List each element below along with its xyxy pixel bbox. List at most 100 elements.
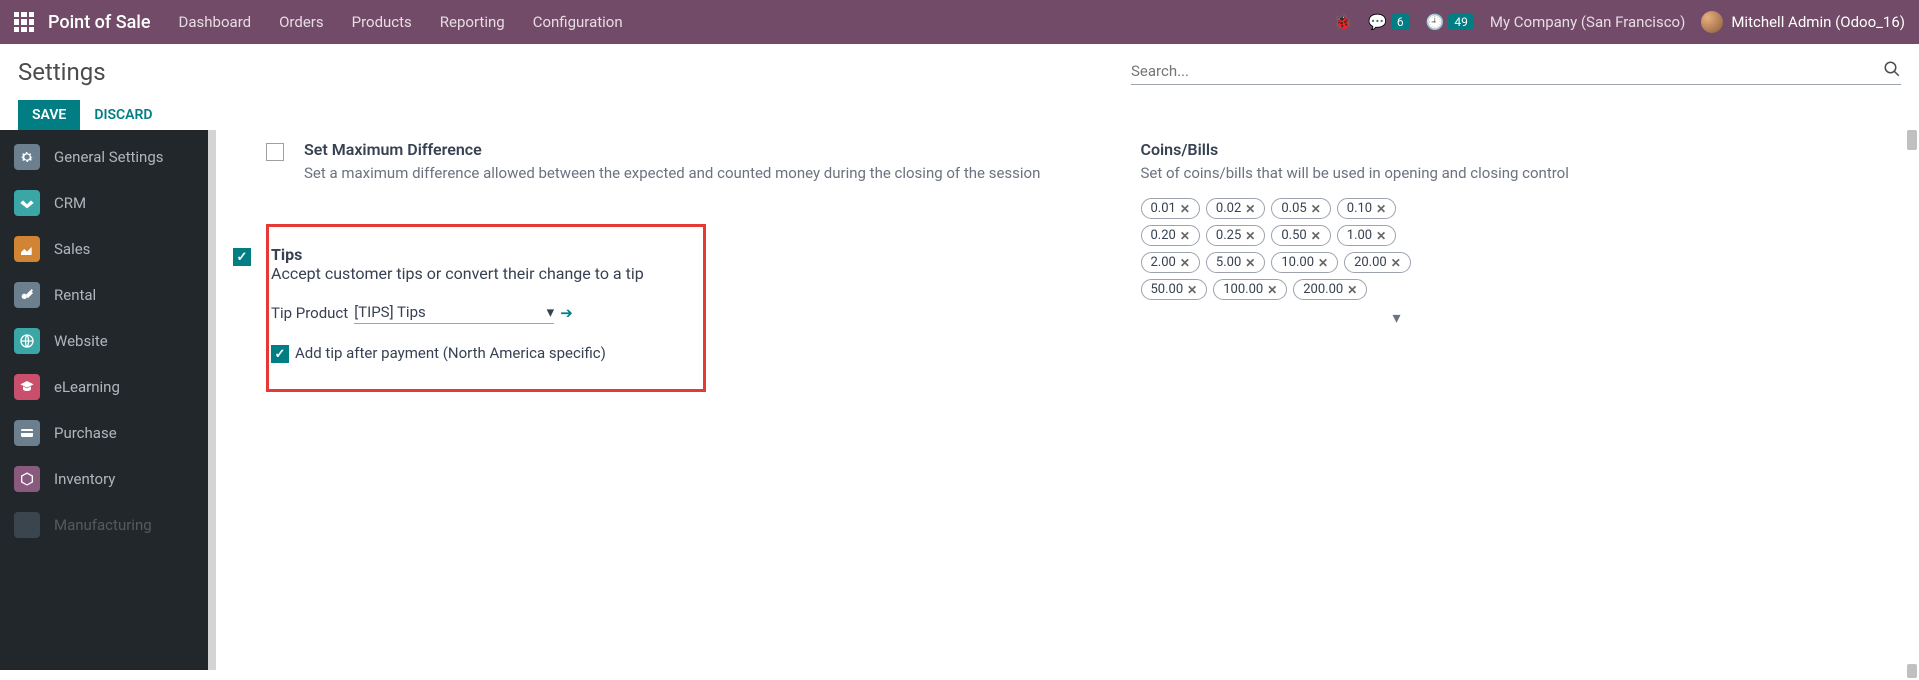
sidebar-item-label: General Settings (54, 148, 164, 166)
remove-icon[interactable]: ✕ (1245, 256, 1255, 270)
avatar (1701, 11, 1723, 33)
coin-value: 1.00 (1347, 228, 1372, 243)
remove-icon[interactable]: ✕ (1267, 283, 1277, 297)
remove-icon[interactable]: ✕ (1347, 283, 1357, 297)
discard-button[interactable]: DISCARD (94, 100, 152, 130)
coin-tag[interactable]: 0.10 ✕ (1337, 198, 1396, 219)
coin-value: 200.00 (1303, 282, 1343, 297)
apps-icon[interactable] (14, 12, 34, 32)
sidebar-item-elearning[interactable]: eLearning (0, 364, 216, 410)
coin-tag[interactable]: 0.25 ✕ (1206, 225, 1265, 246)
header: Settings SAVE DISCARD (0, 44, 1919, 130)
coins-tags: 0.01✕ 0.02 ✕ 0.05 ✕ 0.10 ✕ 0.20 ✕ 0.25 ✕ 0.50… (1141, 198, 1421, 300)
activities-badge: 49 (1448, 14, 1474, 30)
chat-icon: 💬 (1368, 13, 1387, 31)
activities-button[interactable]: 🕘 49 (1426, 13, 1474, 31)
setting-coins-bills: Coins/Bills Set of coins/bills that will… (1103, 136, 1910, 347)
setting-description: Set of coins/bills that will be used in … (1141, 163, 1569, 184)
coin-tag[interactable]: 100.00 ✕ (1213, 279, 1287, 300)
remove-icon[interactable]: ✕ (1376, 229, 1386, 243)
tip-product-value: [TIPS] Tips (354, 303, 426, 321)
sidebar-item-rental[interactable]: Rental (0, 272, 216, 318)
coin-tag[interactable]: 2.00✕ (1141, 252, 1200, 273)
coin-tag[interactable]: 5.00✕ (1206, 252, 1265, 273)
menu-orders[interactable]: Orders (279, 13, 324, 31)
settings-content: Set Maximum Difference Set a maximum dif… (216, 130, 1919, 670)
save-button[interactable]: SAVE (18, 100, 80, 130)
coin-value: 100.00 (1223, 282, 1263, 297)
sidebar-item-inventory[interactable]: Inventory (0, 456, 216, 502)
tip-product-label: Tip Product (271, 304, 348, 322)
search-input[interactable] (1131, 62, 1883, 80)
globe-icon (14, 328, 40, 354)
coin-tag[interactable]: 20.00 ✕ (1344, 252, 1411, 273)
coin-tag[interactable]: 10.00✕ (1271, 252, 1338, 273)
messages-badge: 6 (1391, 14, 1410, 30)
graduation-icon (14, 374, 40, 400)
scrollbar[interactable] (1907, 130, 1917, 150)
tip-product-select[interactable]: [TIPS] Tips ▾ (354, 301, 554, 324)
gear-icon (14, 144, 40, 170)
coin-value: 0.10 (1347, 201, 1372, 216)
sidebar-item-general-settings[interactable]: General Settings (0, 134, 216, 180)
bug-icon[interactable]: 🐞 (1334, 13, 1353, 31)
remove-icon[interactable]: ✕ (1311, 229, 1321, 243)
coin-tag[interactable]: 50.00✕ (1141, 279, 1208, 300)
user-menu[interactable]: Mitchell Admin (Odoo_16) (1701, 11, 1905, 33)
sidebar-item-website[interactable]: Website (0, 318, 216, 364)
menu-dashboard[interactable]: Dashboard (179, 13, 252, 31)
settings-sidebar: General Settings CRM Sales Rental Websit… (0, 130, 216, 670)
coin-value: 0.50 (1281, 228, 1306, 243)
coin-value: 20.00 (1354, 255, 1387, 270)
setting-description: Set a maximum difference allowed between… (304, 163, 1040, 184)
brand[interactable]: Point of Sale (48, 12, 151, 33)
messages-button[interactable]: 💬 6 (1368, 13, 1409, 31)
sidebar-item-label: CRM (54, 194, 86, 212)
remove-icon[interactable]: ✕ (1187, 283, 1197, 297)
menu-reporting[interactable]: Reporting (440, 13, 505, 31)
remove-icon[interactable]: ✕ (1391, 256, 1401, 270)
coin-tag[interactable]: 0.02 ✕ (1206, 198, 1265, 219)
coin-tag[interactable]: 0.20 ✕ (1141, 225, 1200, 246)
setting-description: Accept customer tips or convert their ch… (271, 264, 691, 283)
sidebar-item-crm[interactable]: CRM (0, 180, 216, 226)
setting-title: Set Maximum Difference (304, 140, 1040, 159)
remove-icon[interactable]: ✕ (1245, 229, 1255, 243)
menu-configuration[interactable]: Configuration (533, 13, 623, 31)
setting-max-difference: Set Maximum Difference Set a maximum dif… (266, 136, 1073, 204)
search-bar[interactable] (1131, 58, 1901, 85)
coin-value: 0.20 (1151, 228, 1176, 243)
remove-icon[interactable]: ✕ (1180, 202, 1190, 216)
topbar: Point of Sale Dashboard Orders Products … (0, 0, 1919, 44)
remove-icon[interactable]: ✕ (1311, 202, 1321, 216)
coin-tag[interactable]: 0.01✕ (1141, 198, 1200, 219)
coin-tag[interactable]: 1.00 ✕ (1337, 225, 1396, 246)
remove-icon[interactable]: ✕ (1376, 202, 1386, 216)
menu-products[interactable]: Products (352, 13, 412, 31)
sidebar-item-label: Manufacturing (54, 516, 152, 534)
coin-value: 0.02 (1216, 201, 1241, 216)
scrollbar[interactable] (1907, 664, 1917, 678)
coin-tag[interactable]: 0.50 ✕ (1271, 225, 1330, 246)
remove-icon[interactable]: ✕ (1180, 229, 1190, 243)
chart-icon (14, 236, 40, 262)
sidebar-item-sales[interactable]: Sales (0, 226, 216, 272)
coin-value: 0.25 (1216, 228, 1241, 243)
add-tip-after-payment-label: Add tip after payment (North America spe… (295, 344, 606, 362)
coins-dropdown-toggle[interactable]: ▾ (1141, 308, 1401, 327)
remove-icon[interactable]: ✕ (1180, 256, 1190, 270)
remove-icon[interactable]: ✕ (1245, 202, 1255, 216)
max-difference-checkbox[interactable] (266, 143, 284, 161)
sidebar-item-manufacturing[interactable]: Manufacturing (0, 502, 216, 548)
tips-checkbox[interactable] (233, 248, 251, 266)
clock-icon: 🕘 (1426, 13, 1445, 31)
search-icon[interactable] (1883, 60, 1901, 82)
company-selector[interactable]: My Company (San Francisco) (1490, 13, 1685, 31)
add-tip-after-payment-checkbox[interactable] (271, 345, 289, 363)
remove-icon[interactable]: ✕ (1318, 256, 1328, 270)
coin-tag[interactable]: 200.00 ✕ (1293, 279, 1367, 300)
coin-tag[interactable]: 0.05 ✕ (1271, 198, 1330, 219)
coin-value: 0.05 (1281, 201, 1306, 216)
sidebar-item-purchase[interactable]: Purchase (0, 410, 216, 456)
tip-product-link-icon[interactable]: ➔ (560, 304, 573, 322)
